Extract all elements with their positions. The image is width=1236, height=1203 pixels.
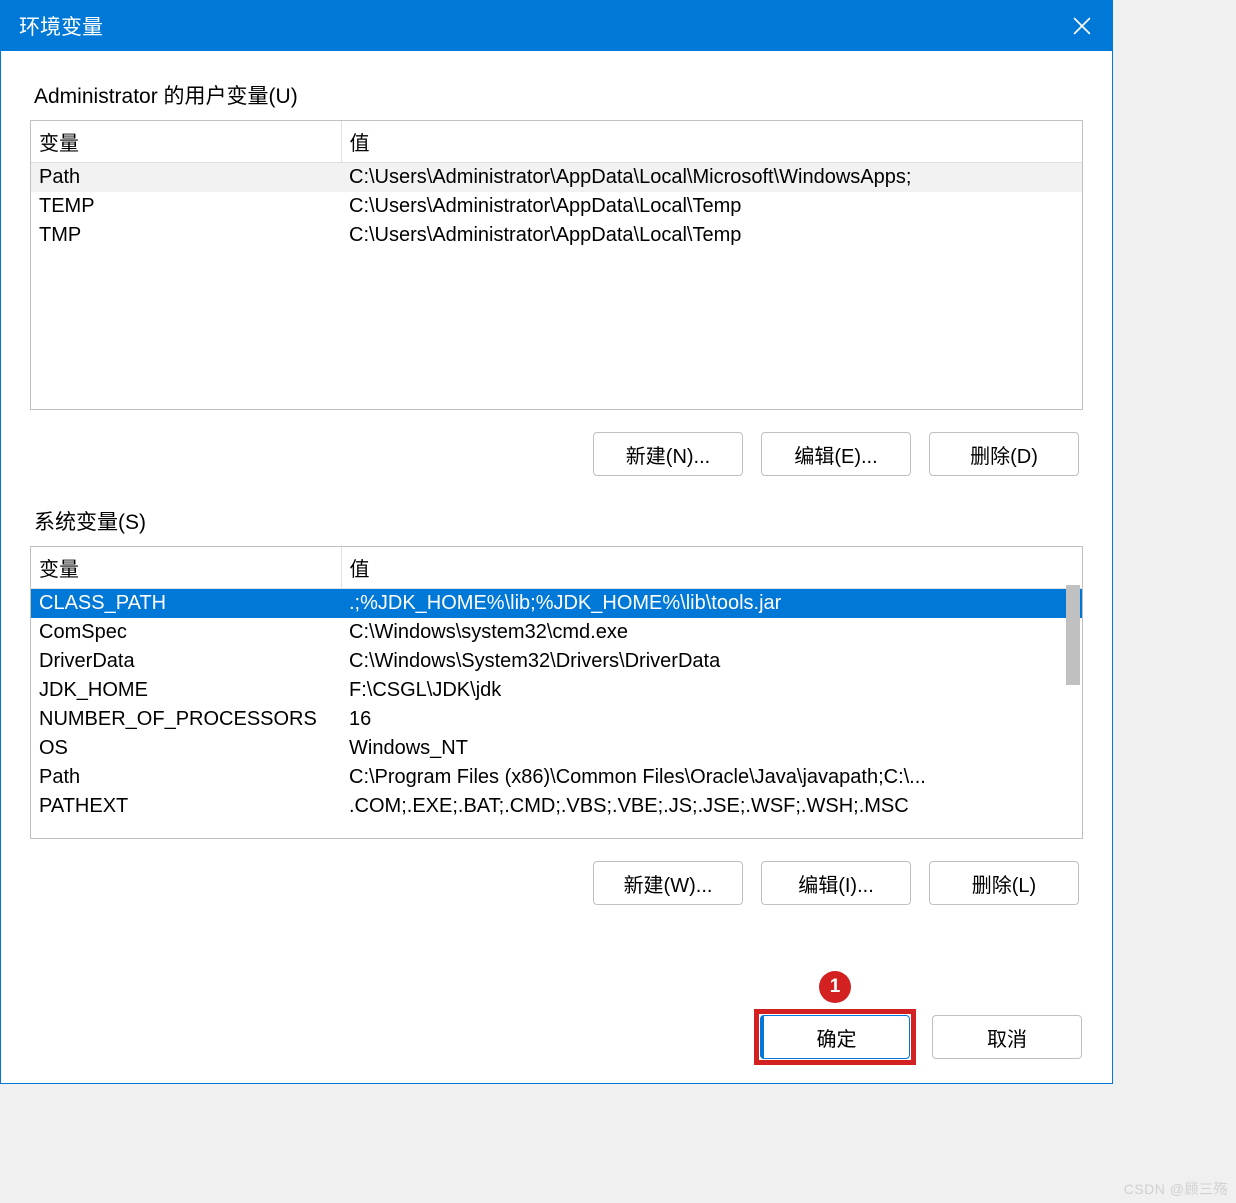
table-row[interactable]: Path C:\Program Files (x86)\Common Files… [31,763,1082,792]
cell-variable: ComSpec [31,618,341,647]
cell-value: C:\Users\Administrator\AppData\Local\Mic… [341,163,1082,193]
cell-variable: Path [31,763,341,792]
cell-value: C:\Users\Administrator\AppData\Local\Tem… [341,221,1082,250]
user-vars-table-container: 变量 值 Path C:\Users\Administrator\AppData… [30,120,1083,410]
system-vars-label: 系统变量(S) [34,506,1083,536]
cell-variable: TEMP [31,192,341,221]
cell-variable: OS [31,734,341,763]
cell-value: F:\CSGL\JDK\jdk [341,676,1082,705]
user-new-button[interactable]: 新建(N)... [593,432,743,476]
watermark: CSDN @顾三殇 [1124,1179,1228,1199]
cell-variable: TMP [31,221,341,250]
cell-variable: PATHEXT [31,792,341,821]
cell-value: C:\Program Files (x86)\Common Files\Orac… [341,763,1082,792]
table-row[interactable]: TEMP C:\Users\Administrator\AppData\Loca… [31,192,1082,221]
user-col-value[interactable]: 值 [341,121,1082,163]
user-edit-button[interactable]: 编辑(E)... [761,432,911,476]
user-col-variable[interactable]: 变量 [31,121,341,163]
titlebar: 环境变量 [1,1,1112,51]
cell-value: C:\Windows\system32\cmd.exe [341,618,1082,647]
cell-variable: Path [31,163,341,193]
table-row[interactable]: ComSpec C:\Windows\system32\cmd.exe [31,618,1082,647]
system-vars-table[interactable]: 变量 值 CLASS_PATH .;%JDK_HOME%\lib;%JDK_HO… [31,547,1082,821]
close-icon [1073,17,1091,35]
system-vars-group: 系统变量(S) 变量 值 CLASS_PATH .;%JDK_HOME%\lib… [29,505,1084,906]
table-row[interactable]: PATHEXT .COM;.EXE;.BAT;.CMD;.VBS;.VBE;.J… [31,792,1082,821]
system-delete-button[interactable]: 删除(L) [929,861,1079,905]
table-row[interactable]: Path C:\Users\Administrator\AppData\Loca… [31,163,1082,193]
cell-value: .COM;.EXE;.BAT;.CMD;.VBS;.VBE;.JS;.JSE;.… [341,792,1082,821]
ok-annotation-wrapper: 1 确定 [760,1015,910,1059]
table-row[interactable]: JDK_HOME F:\CSGL\JDK\jdk [31,676,1082,705]
table-row[interactable]: TMP C:\Users\Administrator\AppData\Local… [31,221,1082,250]
cell-variable: CLASS_PATH [31,589,341,619]
user-vars-group: Administrator 的用户变量(U) 变量 值 Path C:\User… [29,79,1084,477]
env-vars-dialog: 环境变量 Administrator 的用户变量(U) 变量 值 [0,0,1113,1084]
user-delete-button[interactable]: 删除(D) [929,432,1079,476]
dialog-content: Administrator 的用户变量(U) 变量 值 Path C:\User… [1,51,1112,944]
cell-value: 16 [341,705,1082,734]
user-button-row: 新建(N)... 编辑(E)... 删除(D) [30,432,1083,476]
user-vars-label: Administrator 的用户变量(U) [34,80,1083,110]
dialog-bottom-buttons: 1 确定 取消 [760,1015,1082,1059]
system-vars-table-container: 变量 值 CLASS_PATH .;%JDK_HOME%\lib;%JDK_HO… [30,546,1083,839]
cell-variable: NUMBER_OF_PROCESSORS [31,705,341,734]
cell-value: Windows_NT [341,734,1082,763]
system-new-button[interactable]: 新建(W)... [593,861,743,905]
close-button[interactable] [1052,1,1112,51]
user-vars-table[interactable]: 变量 值 Path C:\Users\Administrator\AppData… [31,121,1082,250]
cell-variable: DriverData [31,647,341,676]
system-button-row: 新建(W)... 编辑(I)... 删除(L) [30,861,1083,905]
cell-variable: JDK_HOME [31,676,341,705]
table-row[interactable]: OS Windows_NT [31,734,1082,763]
cancel-button[interactable]: 取消 [932,1015,1082,1059]
window-title: 环境变量 [19,11,103,41]
scrollbar-thumb[interactable] [1066,585,1080,685]
system-edit-button[interactable]: 编辑(I)... [761,861,911,905]
cell-value: C:\Users\Administrator\AppData\Local\Tem… [341,192,1082,221]
ok-button[interactable]: 确定 [760,1015,910,1059]
system-col-variable[interactable]: 变量 [31,547,341,589]
cell-value: .;%JDK_HOME%\lib;%JDK_HOME%\lib\tools.ja… [341,589,1082,619]
table-row[interactable]: NUMBER_OF_PROCESSORS 16 [31,705,1082,734]
table-row[interactable]: CLASS_PATH .;%JDK_HOME%\lib;%JDK_HOME%\l… [31,589,1082,619]
annotation-badge: 1 [819,971,851,1003]
system-col-value[interactable]: 值 [341,547,1082,589]
cell-value: C:\Windows\System32\Drivers\DriverData [341,647,1082,676]
table-row[interactable]: DriverData C:\Windows\System32\Drivers\D… [31,647,1082,676]
